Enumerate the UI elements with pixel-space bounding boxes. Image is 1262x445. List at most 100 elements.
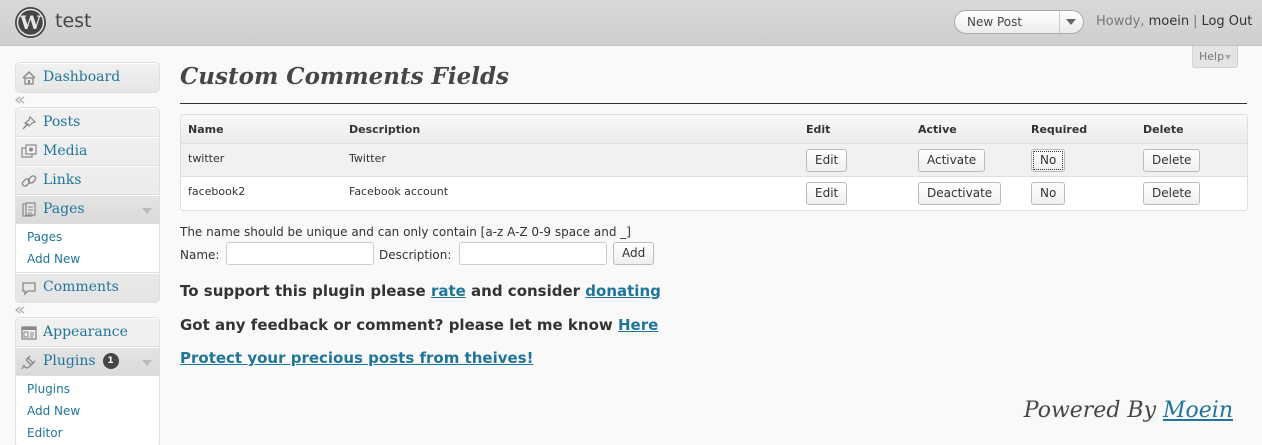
chevron-down-icon[interactable] bbox=[135, 348, 159, 376]
sidebar-item-label[interactable]: Pages bbox=[43, 201, 85, 217]
pages-icon bbox=[22, 202, 36, 217]
delete-button[interactable]: Delete bbox=[1143, 182, 1201, 205]
column-header-required: Required bbox=[1031, 123, 1088, 136]
table-row: facebook2 Facebook account Edit Deactiva… bbox=[181, 177, 1247, 210]
howdy-text: Howdy, bbox=[1096, 14, 1145, 29]
user-info: Howdy, moein | Log Out bbox=[1096, 14, 1252, 29]
sidebar-item-media[interactable]: Media bbox=[16, 137, 159, 166]
sidebar-item-dashboard[interactable]: Dashboard bbox=[16, 63, 159, 92]
menu-separator[interactable] bbox=[15, 93, 160, 107]
submenu-pages: Pages Add New bbox=[16, 224, 159, 273]
required-toggle-button[interactable]: No bbox=[1031, 182, 1066, 205]
table-row: twitter Twitter Edit Activate No Delete bbox=[181, 144, 1247, 177]
favorite-actions-toggle[interactable] bbox=[1059, 11, 1083, 33]
collapse-arrows-icon bbox=[15, 96, 25, 104]
sidebar-item-plugins[interactable]: Plugins 1 bbox=[16, 347, 159, 376]
sidebar-item-label[interactable]: Media bbox=[43, 143, 87, 159]
sidebar-item-comments[interactable]: Comments bbox=[16, 273, 159, 302]
name-input[interactable] bbox=[226, 242, 374, 265]
chevron-down-icon bbox=[1225, 55, 1231, 60]
chevron-down-icon bbox=[1066, 19, 1076, 25]
collapse-arrows-icon bbox=[15, 306, 25, 314]
feedback-prefix: Got any feedback or comment? please let … bbox=[180, 316, 613, 334]
rate-link[interactable]: rate bbox=[431, 282, 466, 300]
speech-bubble-icon bbox=[22, 282, 36, 296]
chevron-down-icon[interactable] bbox=[135, 196, 159, 224]
sidebar-item-links[interactable]: Links bbox=[16, 166, 159, 195]
submenu-item-add-new-page[interactable]: Add New bbox=[16, 248, 159, 270]
add-field-form: Name: Description: Add bbox=[180, 242, 660, 265]
support-middle: and consider bbox=[471, 282, 581, 300]
required-toggle-button[interactable]: No bbox=[1031, 149, 1066, 172]
sidebar-item-label[interactable]: Appearance bbox=[43, 324, 128, 340]
menu-group-dashboard: Dashboard bbox=[15, 62, 160, 93]
sidebar-item-label[interactable]: Dashboard bbox=[43, 69, 120, 85]
menu-group-settings: Appearance Plugins 1 Plugins Add New Edit… bbox=[15, 317, 160, 445]
sidebar-item-appearance[interactable]: Appearance bbox=[16, 318, 159, 347]
column-header-description: Description bbox=[349, 123, 421, 136]
field-description: Twitter bbox=[349, 152, 386, 165]
name-label: Name: bbox=[180, 248, 220, 262]
favorite-action-label[interactable]: New Post bbox=[967, 15, 1022, 29]
protect-message: Protect your precious posts from theives… bbox=[180, 349, 533, 367]
submenu-plugins: Plugins Add New Editor bbox=[16, 376, 159, 445]
submenu-item-plugins[interactable]: Plugins bbox=[16, 378, 159, 400]
plugins-label[interactable]: Plugins bbox=[43, 353, 96, 369]
menu-separator[interactable] bbox=[15, 303, 160, 317]
deactivate-button[interactable]: Deactivate bbox=[918, 182, 1002, 205]
submenu-item-add-new-plugin[interactable]: Add New bbox=[16, 400, 159, 422]
edit-button[interactable]: Edit bbox=[806, 149, 848, 172]
wordpress-logo-icon[interactable]: W bbox=[14, 6, 47, 39]
help-tab[interactable]: Help bbox=[1192, 46, 1238, 68]
sidebar-item-label[interactable]: Links bbox=[43, 172, 81, 188]
support-message: To support this plugin please rate and c… bbox=[180, 282, 661, 300]
sidebar-item-pages[interactable]: Pages bbox=[16, 195, 159, 224]
feedback-here-link[interactable]: Here bbox=[618, 316, 658, 334]
custom-fields-table: Name Description Edit Active Required De… bbox=[180, 114, 1248, 211]
svg-text:W: W bbox=[19, 12, 42, 34]
pushpin-icon bbox=[22, 115, 37, 130]
favorite-actions-dropdown[interactable]: New Post bbox=[954, 10, 1084, 34]
sidebar-item-label[interactable]: Plugins 1 bbox=[43, 353, 119, 371]
submenu-item-editor[interactable]: Editor bbox=[16, 422, 159, 444]
delete-button[interactable]: Delete bbox=[1143, 149, 1201, 172]
table-header-row: Name Description Edit Active Required De… bbox=[181, 115, 1247, 144]
column-header-name: Name bbox=[188, 123, 224, 136]
appearance-icon bbox=[21, 326, 37, 340]
column-header-active: Active bbox=[918, 123, 957, 136]
protect-posts-link[interactable]: Protect your precious posts from theives… bbox=[180, 349, 533, 367]
activate-button[interactable]: Activate bbox=[918, 149, 986, 172]
logout-link[interactable]: Log Out bbox=[1201, 14, 1252, 29]
edit-button[interactable]: Edit bbox=[806, 182, 848, 205]
support-prefix: To support this plugin please bbox=[180, 282, 426, 300]
house-icon bbox=[22, 70, 36, 85]
feedback-message: Got any feedback or comment? please let … bbox=[180, 316, 658, 334]
username-link[interactable]: moein bbox=[1149, 14, 1189, 29]
field-name: facebook2 bbox=[188, 185, 246, 198]
column-header-edit: Edit bbox=[806, 123, 831, 136]
separator: | bbox=[1193, 14, 1198, 29]
name-rules-hint: The name should be unique and can only c… bbox=[180, 225, 631, 239]
donating-link[interactable]: donating bbox=[585, 282, 661, 300]
update-count-badge: 1 bbox=[102, 353, 119, 369]
field-name: twitter bbox=[188, 152, 225, 165]
powered-by: Powered By Moein bbox=[1024, 398, 1233, 423]
author-link[interactable]: Moein bbox=[1163, 398, 1233, 423]
description-label: Description: bbox=[379, 248, 452, 262]
admin-menu: Dashboard Posts Media Links Pages Pages … bbox=[15, 62, 160, 445]
chain-link-icon bbox=[21, 175, 37, 187]
plug-icon bbox=[21, 355, 36, 370]
help-label[interactable]: Help bbox=[1199, 50, 1224, 63]
add-button[interactable]: Add bbox=[613, 242, 655, 265]
field-description: Facebook account bbox=[349, 185, 449, 198]
media-icon bbox=[21, 144, 37, 158]
submenu-item-pages[interactable]: Pages bbox=[16, 226, 159, 248]
column-header-delete: Delete bbox=[1143, 123, 1184, 136]
sidebar-item-label[interactable]: Comments bbox=[43, 279, 119, 295]
admin-header: W test New Post Howdy, moein | Log Out bbox=[0, 0, 1262, 46]
menu-group-content: Posts Media Links Pages Pages Add New Co… bbox=[15, 107, 160, 303]
description-input[interactable] bbox=[459, 242, 607, 265]
site-title[interactable]: test bbox=[55, 10, 92, 32]
sidebar-item-label[interactable]: Posts bbox=[43, 114, 80, 130]
sidebar-item-posts[interactable]: Posts bbox=[16, 108, 159, 137]
